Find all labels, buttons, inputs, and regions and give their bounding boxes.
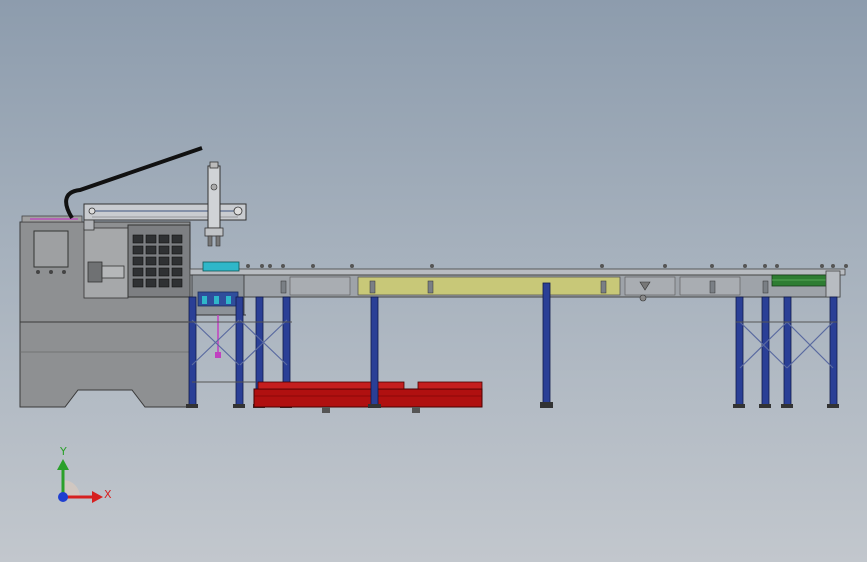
rail-fastener bbox=[246, 264, 250, 268]
rail-fastener bbox=[844, 264, 848, 268]
keypad-key bbox=[171, 256, 183, 266]
rail-fasteners bbox=[246, 264, 848, 268]
keypad-key bbox=[171, 267, 183, 277]
rail-fastener bbox=[430, 264, 434, 268]
rail-fastener bbox=[311, 264, 315, 268]
keypad-key bbox=[158, 234, 170, 244]
keypad-key bbox=[132, 278, 144, 288]
keypad-key bbox=[145, 256, 157, 266]
rail-fastener bbox=[350, 264, 354, 268]
frame-bracket bbox=[709, 280, 716, 294]
keypad-key bbox=[132, 267, 144, 277]
rail-fastener bbox=[663, 264, 667, 268]
rail-fastener bbox=[710, 264, 714, 268]
keypad-key bbox=[158, 267, 170, 277]
conveyor-olive-panel bbox=[357, 276, 621, 296]
cad-viewport[interactable]: Y X bbox=[0, 0, 867, 562]
keypad-key bbox=[145, 234, 157, 244]
frame-bracket bbox=[762, 280, 769, 294]
green-guard bbox=[771, 274, 829, 287]
rail-fastener bbox=[763, 264, 767, 268]
frame-bracket bbox=[427, 280, 434, 294]
keypad-key bbox=[158, 245, 170, 255]
rail-fastener bbox=[600, 264, 604, 268]
frame-bracket bbox=[280, 280, 287, 294]
x-axis-label: X bbox=[104, 488, 112, 501]
keypad-key bbox=[158, 278, 170, 288]
red-collection-tray bbox=[253, 381, 483, 413]
keypad-key bbox=[145, 278, 157, 288]
keypad-key bbox=[158, 256, 170, 266]
frame-bracket bbox=[369, 280, 376, 294]
keypad-key bbox=[171, 234, 183, 244]
frame-bracket bbox=[600, 280, 607, 294]
rail-fastener bbox=[775, 264, 779, 268]
z-axis-dot bbox=[58, 492, 68, 502]
y-axis-label: Y bbox=[59, 445, 67, 458]
lathe-window bbox=[33, 230, 69, 268]
cnc-lathe bbox=[19, 215, 191, 408]
rail-fastener bbox=[820, 264, 824, 268]
z-axis-column bbox=[207, 165, 221, 229]
coordinate-triad: Y X bbox=[57, 445, 112, 503]
keypad-key bbox=[145, 245, 157, 255]
keypad-key bbox=[145, 267, 157, 277]
rail-fastener bbox=[831, 264, 835, 268]
rail-fastener bbox=[268, 264, 272, 268]
rail-fastener bbox=[281, 264, 285, 268]
rail-fastener bbox=[260, 264, 264, 268]
right-support-stand bbox=[733, 296, 839, 408]
keypad-key bbox=[132, 245, 144, 255]
keypad-key bbox=[171, 278, 183, 288]
keypad-key bbox=[132, 256, 144, 266]
cyan-loading-block bbox=[202, 261, 240, 272]
keypad-key bbox=[171, 245, 183, 255]
rail-fastener bbox=[743, 264, 747, 268]
keypad-key bbox=[132, 234, 144, 244]
